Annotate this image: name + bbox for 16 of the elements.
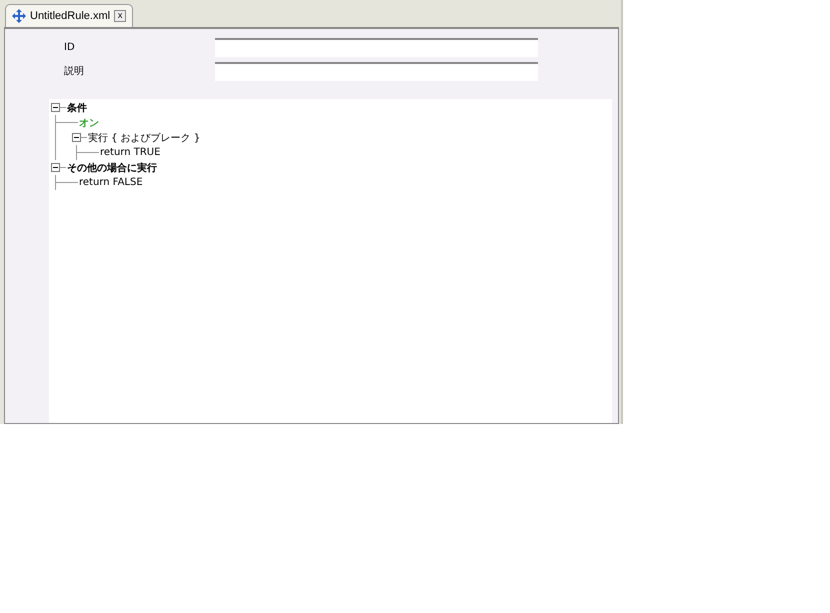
collapse-icon[interactable] xyxy=(51,163,60,172)
field-label: ID xyxy=(64,42,76,52)
close-button[interactable]: x xyxy=(114,10,126,22)
tree-item[interactable]: 実行 { およびブレーク } xyxy=(87,130,200,144)
collapse-icon[interactable] xyxy=(51,103,60,112)
tab-title: UntitledRule.xml xyxy=(30,10,110,22)
editor-tab[interactable]: UntitledRule.xml x xyxy=(5,4,134,27)
field-label: 説明 xyxy=(64,64,85,78)
input-field[interactable] xyxy=(215,62,538,80)
input-field[interactable] xyxy=(215,38,538,56)
move-arrows-icon xyxy=(12,9,26,23)
tree-item[interactable]: 条件 xyxy=(66,100,87,114)
tree-item[interactable]: return FALSE xyxy=(78,177,143,188)
tree-item[interactable]: その他の場合に実行 xyxy=(66,160,157,174)
tree-item[interactable]: return TRUE xyxy=(99,147,160,158)
collapse-icon[interactable] xyxy=(72,133,81,142)
